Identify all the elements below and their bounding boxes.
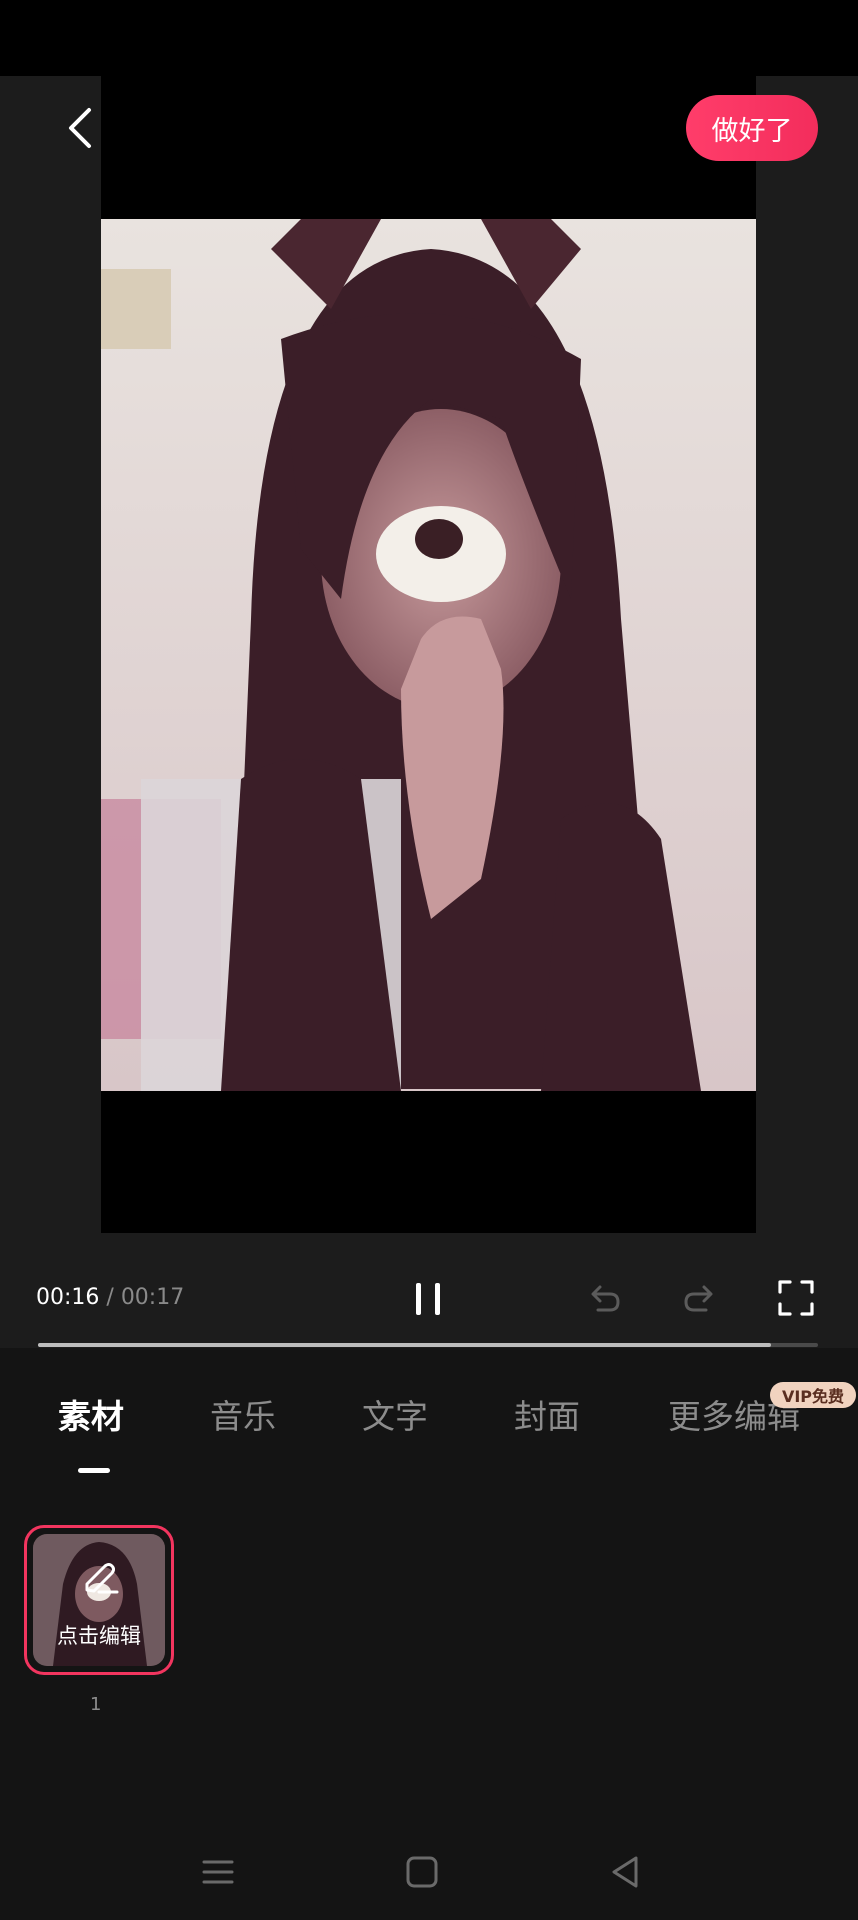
playback-progress[interactable] [38, 1343, 818, 1347]
total-time: 00:17 [120, 1285, 185, 1310]
home-icon [406, 1856, 438, 1888]
system-nav-bar [0, 1820, 858, 1920]
back-button[interactable] [56, 100, 104, 156]
redo-button[interactable] [680, 1280, 720, 1320]
status-bar [0, 0, 858, 76]
done-button[interactable]: 做好了 [686, 95, 818, 161]
fullscreen-button[interactable] [776, 1278, 816, 1318]
video-preview[interactable] [101, 76, 756, 1233]
undo-icon [591, 1285, 620, 1312]
back-nav-button[interactable] [604, 1850, 648, 1894]
back-triangle-icon [612, 1856, 638, 1888]
pencil-icon [85, 1563, 119, 1594]
active-tab-indicator [78, 1468, 110, 1473]
pause-icon [416, 1283, 440, 1315]
tab-material[interactable]: 素材 [58, 1390, 124, 1438]
menu-icon [202, 1860, 234, 1884]
player-controls: 00:16 / 00:17 [0, 1260, 858, 1340]
time-separator: / [99, 1285, 121, 1310]
fullscreen-icon [778, 1280, 814, 1316]
vip-free-badge: VIP免费 [770, 1382, 856, 1408]
chevron-left-icon [69, 108, 91, 148]
clip-thumbnail: 点击编辑 [33, 1534, 165, 1666]
tab-text[interactable]: 文字 [362, 1390, 428, 1438]
time-display: 00:16 / 00:17 [36, 1285, 184, 1310]
tab-cover[interactable]: 封面 [514, 1390, 580, 1438]
clip-item[interactable]: 点击编辑 [24, 1525, 174, 1675]
current-time: 00:16 [36, 1285, 100, 1310]
clip-index: 1 [90, 1694, 102, 1715]
undo-button[interactable] [584, 1280, 624, 1320]
menu-button[interactable] [196, 1850, 240, 1894]
pause-button[interactable] [404, 1275, 452, 1323]
clip-edit-label: 点击编辑 [57, 1624, 141, 1648]
editor-tabs: 素材 音乐 文字 封面 更多编辑 [0, 1390, 858, 1460]
playback-progress-fill [38, 1343, 772, 1347]
tab-music[interactable]: 音乐 [210, 1390, 276, 1438]
home-button[interactable] [400, 1850, 444, 1894]
redo-icon [684, 1285, 713, 1312]
video-frame-image [101, 219, 756, 1091]
